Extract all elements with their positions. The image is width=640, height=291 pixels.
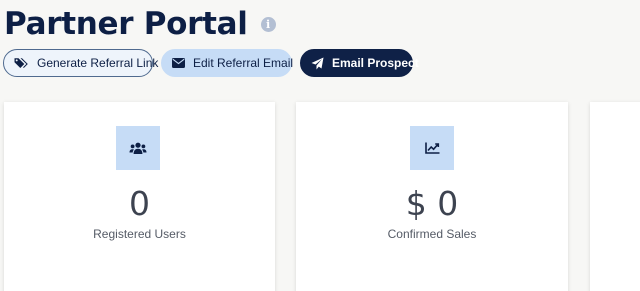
paper-plane-icon [311, 55, 324, 71]
chart-line-icon [410, 126, 454, 170]
email-prospect-label: Email Prospect [332, 56, 419, 70]
tags-icon [14, 55, 29, 71]
generate-referral-link-button[interactable]: Generate Referral Link [3, 49, 158, 77]
generate-referral-link-label: Generate Referral Link [37, 56, 159, 70]
registered-users-value: 0 [129, 184, 150, 223]
envelope-icon [172, 55, 185, 71]
users-icon [116, 126, 160, 170]
confirmed-sales-card: $ 0 Confirmed Sales [296, 102, 568, 291]
registered-users-card: 0 Registered Users [4, 102, 275, 291]
registered-users-label: Registered Users [93, 227, 186, 241]
partial-card [590, 102, 640, 291]
email-prospect-button[interactable]: Email Prospect [300, 49, 419, 77]
confirmed-sales-value: $ 0 [405, 184, 459, 223]
edit-referral-email-label: Edit Referral Email [193, 56, 294, 70]
info-icon[interactable]: i [260, 16, 276, 32]
page-title: Partner Portal [4, 6, 248, 42]
confirmed-sales-label: Confirmed Sales [387, 227, 477, 241]
title-row: Partner Portal i [4, 2, 276, 46]
header: Partner Portal i Generate Referral Link … [0, 0, 640, 96]
action-buttons: Generate Referral Link Edit Referral Ema… [3, 49, 419, 77]
edit-referral-email-button[interactable]: Edit Referral Email [161, 49, 294, 77]
